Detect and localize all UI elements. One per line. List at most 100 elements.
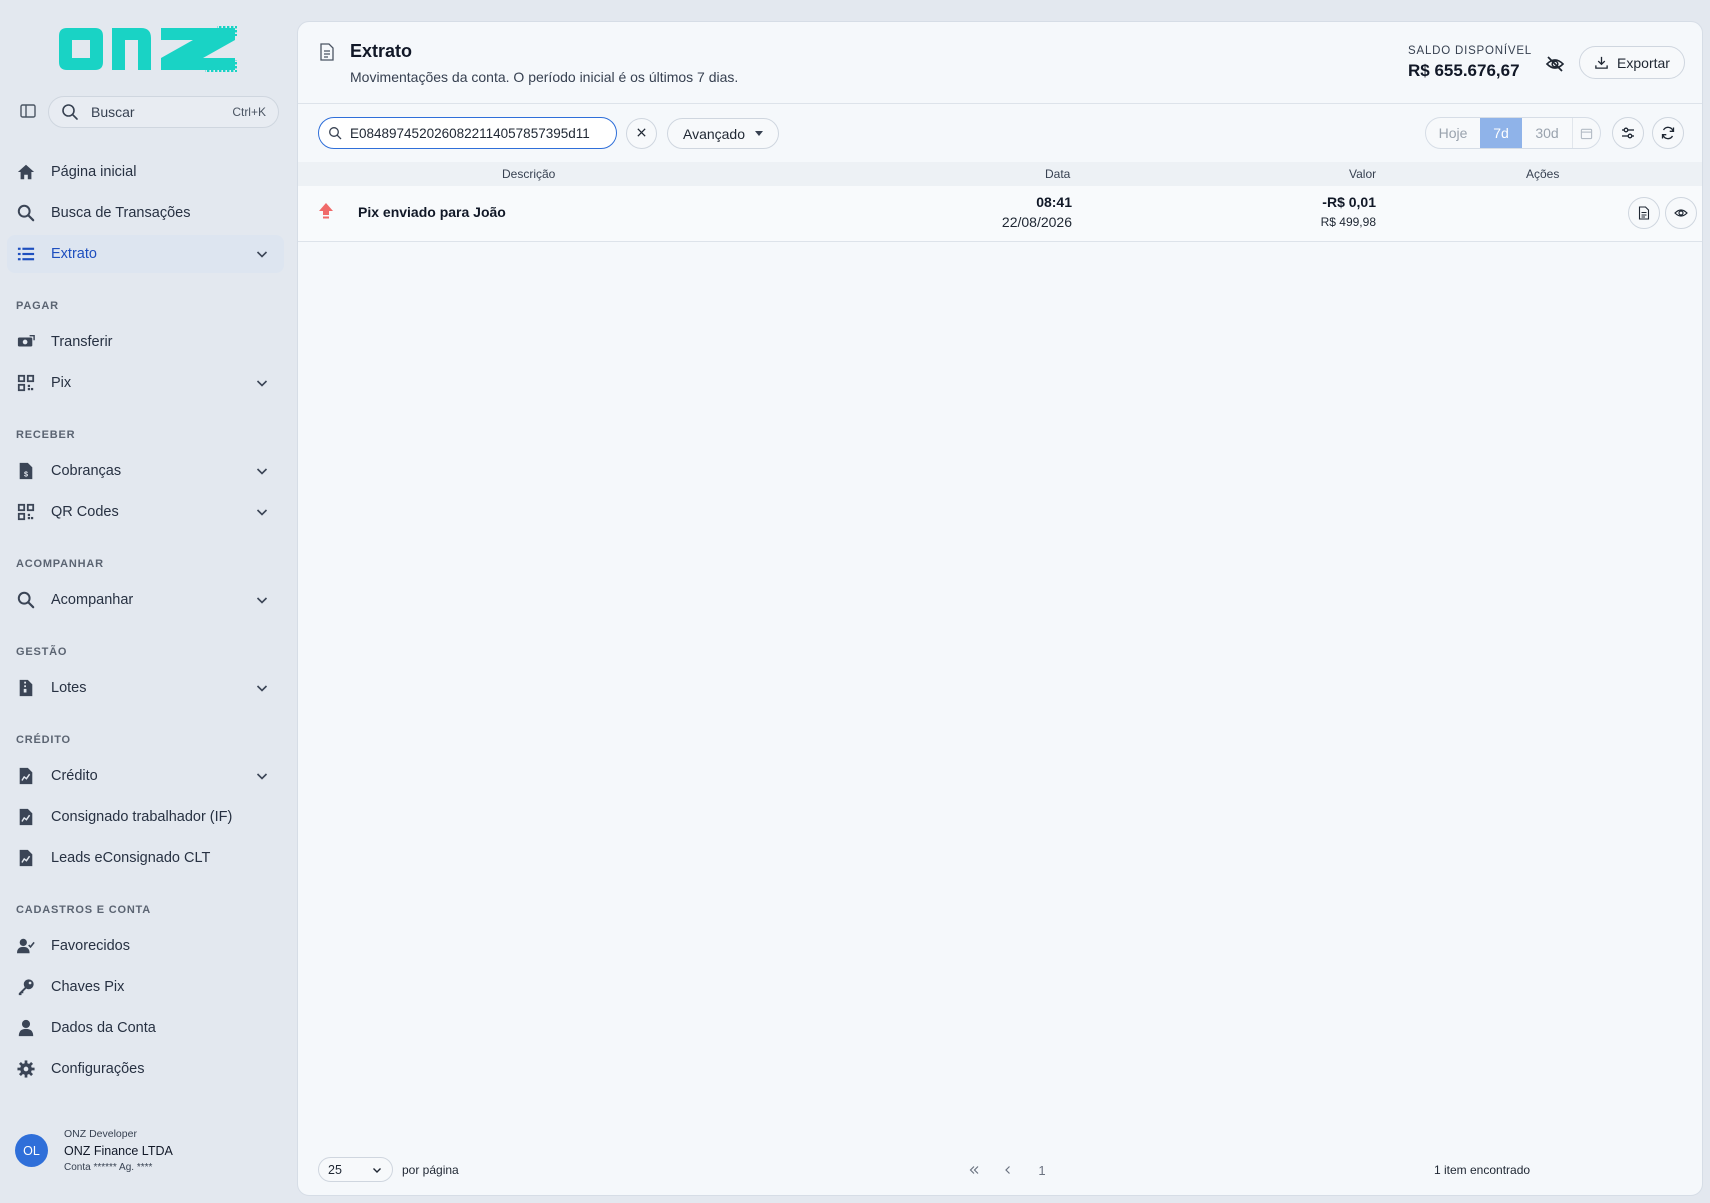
- sidebar-item-cobrancas[interactable]: $ Cobranças: [7, 452, 284, 490]
- sidebar-item-dados[interactable]: Dados da Conta: [7, 1009, 284, 1047]
- sidebar-item-busca[interactable]: Busca de Transações: [7, 194, 284, 232]
- period-option-hoje[interactable]: Hoje: [1426, 118, 1480, 148]
- date-range-button[interactable]: [1572, 118, 1600, 148]
- list-icon: [16, 244, 36, 264]
- results-count: 1 item encontrado: [1434, 1163, 1531, 1177]
- user-company: ONZ Finance LTDA: [64, 1144, 173, 1158]
- sidebar-item-label: Pix: [51, 375, 72, 391]
- sidebar-item-favorecidos[interactable]: Favorecidos: [7, 927, 284, 965]
- export-label: Exportar: [1617, 54, 1670, 71]
- document-icon: [1637, 206, 1651, 220]
- sidebar-item-pix[interactable]: Pix: [7, 364, 284, 402]
- chevron-down-icon: [254, 504, 270, 520]
- sidebar-item-label: Cobranças: [51, 463, 122, 479]
- key-icon: [16, 977, 36, 997]
- period-option-30d[interactable]: 30d: [1522, 118, 1572, 148]
- sidebar-item-config[interactable]: Configurações: [7, 1050, 284, 1088]
- sidebar-item-label: Página inicial: [51, 164, 137, 180]
- row-date: 22/08/2026: [1001, 214, 1072, 230]
- column-header-valor: Valor: [1349, 167, 1377, 181]
- sidebar-item-home[interactable]: Página inicial: [7, 153, 284, 191]
- refresh-icon: [1660, 125, 1676, 141]
- calendar-icon: [1580, 127, 1593, 140]
- balance-value: R$ 655.676,67: [1408, 61, 1520, 80]
- close-icon: [636, 125, 647, 143]
- sidebar-search[interactable]: Buscar Ctrl+K: [48, 96, 279, 128]
- transaction-search-input[interactable]: E0848974520260822114057857395d11: [318, 117, 617, 149]
- chevron-down-icon: [254, 592, 270, 608]
- column-header-data: Data: [1045, 167, 1071, 181]
- sidebar-item-transferir[interactable]: Transferir: [7, 323, 284, 361]
- section-title-pagar: PAGAR: [16, 300, 59, 312]
- refresh-button[interactable]: [1652, 117, 1684, 149]
- page-title: Extrato: [350, 41, 413, 61]
- sidebar-item-label: Extrato: [51, 246, 97, 262]
- clear-search-button[interactable]: [626, 118, 657, 149]
- per-page-label: por página: [402, 1163, 459, 1177]
- sidebar-item-acompanhar[interactable]: Acompanhar: [7, 581, 284, 619]
- per-page-value: 25: [328, 1162, 342, 1177]
- sidebar-item-label: Dados da Conta: [51, 1020, 156, 1036]
- sidebar-item-label: Busca de Transações: [51, 205, 191, 221]
- previous-page-icon[interactable]: [999, 1161, 1017, 1179]
- sidebar-item-chaves[interactable]: Chaves Pix: [7, 968, 284, 1006]
- row-time: 08:41: [1036, 194, 1072, 210]
- period-option-7d[interactable]: 7d: [1480, 118, 1522, 148]
- view-details-button[interactable]: [1665, 197, 1697, 229]
- onz-logo[interactable]: [55, 22, 237, 77]
- user-profile[interactable]: OL ONZ Developer ONZ Finance LTDA Conta …: [15, 1128, 173, 1173]
- download-icon: [1594, 55, 1609, 70]
- search-icon: [328, 126, 342, 140]
- file-chart-icon: [16, 848, 36, 868]
- eye-icon: [1674, 206, 1688, 220]
- main-panel: Extrato Movimentações da conta. O períod…: [297, 21, 1703, 1196]
- period-selector: Hoje 7d 30d: [1425, 117, 1601, 149]
- search-icon: [61, 103, 79, 121]
- row-description: Pix enviado para João: [358, 204, 506, 220]
- advanced-filter-label: Avançado: [682, 125, 745, 142]
- sidebar-item-label: Lotes: [51, 680, 87, 696]
- section-title-cadastros: CADASTROS E CONTA: [16, 904, 152, 916]
- sidebar-item-consignado[interactable]: Consignado trabalhador (IF): [7, 798, 284, 836]
- advanced-filter-button[interactable]: Avançado: [667, 118, 779, 149]
- sidebar-item-credito[interactable]: Crédito: [7, 757, 284, 795]
- sidebar-item-label: Favorecidos: [51, 938, 130, 954]
- filter-settings-button[interactable]: [1612, 117, 1644, 149]
- receipt-button[interactable]: [1628, 197, 1660, 229]
- sidebar-item-extrato[interactable]: Extrato: [7, 235, 284, 273]
- sidebar-item-label: Transferir: [51, 334, 113, 350]
- page-subtitle: Movimentações da conta. O período inicia…: [350, 69, 739, 85]
- chevron-down-icon: [371, 1164, 383, 1176]
- chevron-down-icon: [254, 375, 270, 391]
- avatar[interactable]: OL: [15, 1134, 48, 1167]
- search-input-value[interactable]: E0848974520260822114057857395d11: [350, 126, 608, 141]
- column-header-descricao: Descrição: [502, 167, 556, 181]
- section-title-credito: CRÉDITO: [16, 734, 71, 746]
- table-row[interactable]: Pix enviado para João 08:41 22/08/2026 -…: [298, 186, 1702, 242]
- row-amount: -R$ 0,01: [1322, 194, 1376, 210]
- sliders-icon: [1620, 125, 1636, 141]
- balance-label: SALDO DISPONÍVEL: [1408, 45, 1533, 57]
- user-role: ONZ Developer: [64, 1128, 137, 1140]
- sidebar-item-label: Acompanhar: [51, 592, 134, 608]
- per-page-select[interactable]: 25: [318, 1157, 393, 1182]
- chevron-down-icon: [254, 246, 270, 262]
- first-page-icon[interactable]: [965, 1161, 983, 1179]
- sidebar-item-lotes[interactable]: Lotes: [7, 669, 284, 707]
- eye-off-icon[interactable]: [1545, 54, 1565, 74]
- arrow-up-icon: [318, 202, 334, 220]
- qr-grid-icon: [16, 502, 36, 522]
- sidebar: Buscar Ctrl+K Página inicial Busca de Tr…: [0, 0, 297, 1203]
- chevron-down-icon: [254, 768, 270, 784]
- sidebar-search-placeholder: Buscar: [91, 104, 135, 120]
- user-check-icon: [16, 936, 36, 956]
- gear-icon: [16, 1059, 36, 1079]
- sidebar-toggle-icon[interactable]: [19, 102, 37, 120]
- chevron-down-icon: [254, 680, 270, 696]
- sidebar-item-label: Chaves Pix: [51, 979, 125, 995]
- export-button[interactable]: Exportar: [1579, 46, 1685, 79]
- sidebar-item-qrcodes[interactable]: QR Codes: [7, 493, 284, 531]
- section-title-receber: RECEBER: [16, 429, 76, 441]
- sidebar-item-leads[interactable]: Leads eConsignado CLT: [7, 839, 284, 877]
- page-number[interactable]: 1: [1033, 1161, 1051, 1179]
